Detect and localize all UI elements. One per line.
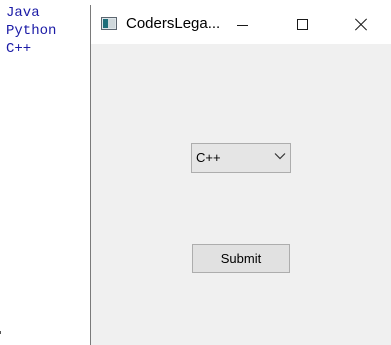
submit-button[interactable]: Submit (192, 244, 290, 273)
title-bar[interactable]: CodersLega... (91, 5, 391, 44)
console-line: C++ (6, 41, 32, 57)
chevron-down-icon[interactable] (274, 152, 286, 160)
close-icon (354, 18, 368, 32)
minimize-button[interactable] (220, 5, 266, 44)
app-window: CodersLega... C++ Submit (90, 5, 391, 345)
window-title: CodersLega... (126, 15, 221, 32)
edge-marker (0, 331, 1, 334)
close-button[interactable] (338, 5, 384, 44)
console-output: Java Python C++ (6, 4, 56, 58)
combobox-selected-value: C++ (196, 150, 221, 165)
console-line: Python (6, 23, 57, 39)
language-combobox[interactable]: C++ (191, 143, 291, 173)
tk-window-icon[interactable] (101, 17, 117, 30)
console-line: Java (6, 5, 40, 21)
maximize-icon (297, 19, 308, 30)
maximize-button[interactable] (280, 5, 326, 44)
minimize-icon (237, 25, 248, 26)
